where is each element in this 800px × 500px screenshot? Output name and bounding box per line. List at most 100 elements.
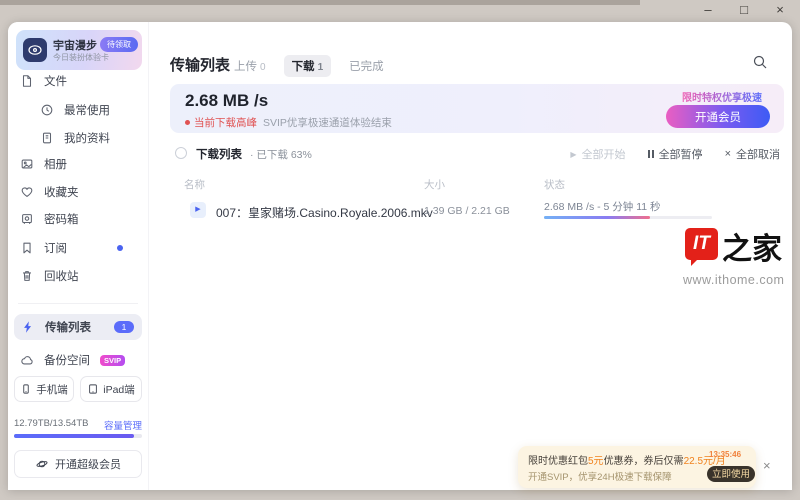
promo-countdown: 13:35:46 xyxy=(709,450,741,459)
sidebar-item-label: 文件 xyxy=(44,73,67,89)
promo-caption: 限时特权优享极速 xyxy=(682,89,762,104)
ithome-logo-tail xyxy=(691,259,698,266)
promo-banner: 限时优惠红包5元优惠券，券后仅需22.5元/月 开通SVIP，优享24H极速下载… xyxy=(518,446,756,488)
storage-usage: 12.79TB/13.54TB 容量管理 xyxy=(14,418,142,429)
pause-icon xyxy=(648,150,654,158)
row-progress-fill xyxy=(544,216,650,219)
sidebar-item-label: 订阅 xyxy=(44,240,67,256)
ipad-client-label: iPad端 xyxy=(103,382,135,397)
safe-icon xyxy=(20,212,34,226)
phone-icon xyxy=(20,383,32,395)
heart-icon xyxy=(20,185,34,199)
cancel-all-button[interactable]: × 全部取消 xyxy=(725,146,780,162)
speed-banner: 2.68 MB /s 当前下载高峰 SVIP优享极速通道体验结束 限时特权优享极… xyxy=(170,84,784,133)
storage-manage-link[interactable]: 容量管理 xyxy=(104,418,142,432)
theme-subtitle: 今日装扮体验卡 xyxy=(53,52,109,63)
close-button[interactable]: × xyxy=(772,1,788,19)
lightning-icon xyxy=(21,320,35,334)
sidebar-item-label: 回收站 xyxy=(44,268,79,284)
tab-upload[interactable]: 上传0 xyxy=(226,55,274,77)
downloaded-percent: · 已下载 63% xyxy=(250,147,312,162)
file-icon xyxy=(20,74,34,88)
window-controls: – □ × xyxy=(700,1,788,19)
ipad-client-button[interactable]: iPad端 xyxy=(80,376,142,402)
sidebar-item-vault[interactable]: 密码箱 xyxy=(8,207,148,231)
phone-client-label: 手机端 xyxy=(36,382,68,397)
cancel-icon: × xyxy=(725,148,731,160)
upgrade-membership-label: 开通超级会员 xyxy=(55,456,121,472)
photo-icon xyxy=(20,157,34,171)
open-membership-button[interactable]: 开通会员 xyxy=(666,105,770,128)
sidebar-item-transfer-list[interactable]: 传输列表 1 xyxy=(14,314,142,340)
sidebar-item-trash[interactable]: 回收站 xyxy=(8,264,148,288)
maximize-button[interactable]: □ xyxy=(736,1,752,19)
sidebar-item-label: 最常使用 xyxy=(64,102,110,118)
promo-line1: 限时优惠红包5元优惠券，券后仅需22.5元/月 xyxy=(528,452,726,467)
sidebar-item-label: 密码箱 xyxy=(44,211,79,227)
sidebar-item-favorites[interactable]: 收藏夹 xyxy=(8,180,148,204)
background-window-edge xyxy=(0,0,640,5)
row-progress-track xyxy=(544,216,712,219)
download-speed: 2.68 MB /s xyxy=(185,91,268,111)
alert-dot-icon xyxy=(185,120,190,125)
sidebar-item-label: 相册 xyxy=(44,156,67,172)
profile-card[interactable]: 宇宙漫步 今日装扮体验卡 待领取 xyxy=(16,30,142,70)
sidebar-item-backup[interactable]: 备份空间 SVIP xyxy=(8,348,148,372)
sidebar-item-recent[interactable]: 最常使用 xyxy=(8,98,148,122)
planet-icon xyxy=(35,457,49,471)
sidebar-item-albums[interactable]: 相册 xyxy=(8,152,148,176)
column-header-status: 状态 xyxy=(544,177,565,192)
select-all-checkbox[interactable] xyxy=(175,147,187,159)
resume-play-icon[interactable]: ▶ xyxy=(190,202,206,218)
ithome-brand: 之家 xyxy=(722,224,782,268)
promo-close-icon[interactable]: × xyxy=(763,458,771,473)
bookmark-icon xyxy=(20,241,34,255)
storage-usage-text: 12.79TB/13.54TB xyxy=(14,418,88,429)
sidebar: 宇宙漫步 今日装扮体验卡 待领取 文件 最常使用 我的资料 相册 收藏夹 密码箱 xyxy=(8,22,149,490)
phone-client-button[interactable]: 手机端 xyxy=(14,376,74,402)
sidebar-item-my-docs[interactable]: 我的资料 xyxy=(8,126,148,150)
sidebar-item-files[interactable]: 文件 xyxy=(8,69,148,93)
sidebar-divider xyxy=(18,303,138,304)
sidebar-item-subscriptions[interactable]: 订阅 xyxy=(8,236,148,260)
svip-badge: SVIP xyxy=(100,355,125,366)
sidebar-item-label: 我的资料 xyxy=(64,130,110,146)
play-icon: ▶ xyxy=(570,150,576,159)
tab-completed[interactable]: 已完成 xyxy=(341,55,392,77)
transfer-tabs: 上传0 下载1 已完成 xyxy=(226,55,392,77)
upgrade-membership-button[interactable]: 开通超级会员 xyxy=(14,450,142,478)
start-all-button[interactable]: ▶ 全部开始 xyxy=(570,146,625,162)
use-now-button[interactable]: 立即使用 xyxy=(707,466,755,482)
file-size: 1.39 GB / 2.21 GB xyxy=(424,205,510,217)
claim-badge[interactable]: 待领取 xyxy=(100,37,138,52)
theme-title: 宇宙漫步 xyxy=(53,37,97,53)
page-title: 传输列表 xyxy=(170,54,230,75)
download-list-title: 下载列表 xyxy=(196,146,242,162)
transfer-count-badge: 1 xyxy=(114,321,134,333)
column-header-name: 名称 xyxy=(184,177,205,192)
cloud-icon xyxy=(20,353,34,367)
file-name: 007：皇家赌场.Casino.Royale.2006.mkv xyxy=(216,204,433,221)
tablet-icon xyxy=(87,383,99,395)
search-icon[interactable] xyxy=(752,54,768,70)
notebook-icon xyxy=(40,131,54,145)
pause-all-button[interactable]: 全部暂停 xyxy=(648,146,703,162)
trash-icon xyxy=(20,269,34,283)
minimize-button[interactable]: – xyxy=(700,1,716,19)
storage-progress-fill xyxy=(14,434,134,438)
svip-note: SVIP优享极速通道体验结束 xyxy=(263,115,392,130)
ithome-logo: IT xyxy=(685,228,718,260)
column-header-size: 大小 xyxy=(424,177,445,192)
sidebar-item-label: 传输列表 xyxy=(45,319,91,335)
clock-icon xyxy=(40,103,54,117)
app-logo-icon xyxy=(23,38,47,62)
ithome-watermark: IT 之家 www.ithome.com xyxy=(677,224,792,290)
sidebar-item-label: 收藏夹 xyxy=(44,184,79,200)
sidebar-item-label: 备份空间 xyxy=(44,352,90,368)
storage-progress-track xyxy=(14,434,142,438)
download-list-bar: 下载列表 · 已下载 63% ▶ 全部开始 全部暂停 × 全部取消 xyxy=(170,144,784,166)
notification-dot xyxy=(117,245,123,251)
peak-alert: 当前下载高峰 xyxy=(194,115,257,130)
tab-download[interactable]: 下载1 xyxy=(284,55,332,77)
promo-line2: 开通SVIP，优享24H极速下载保障 xyxy=(528,469,672,483)
